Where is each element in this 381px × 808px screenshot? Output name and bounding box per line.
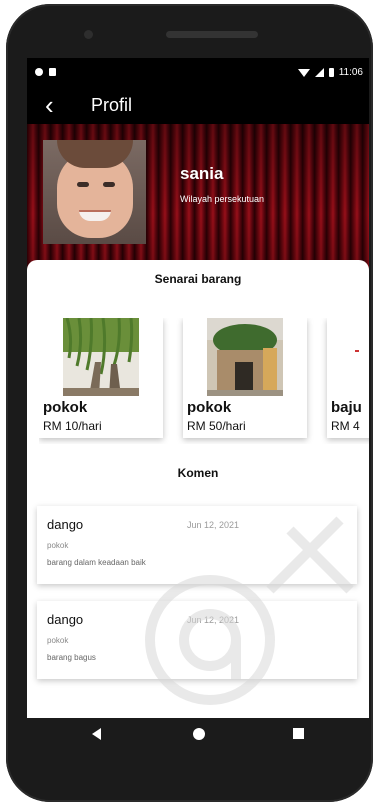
comment-text: barang bagus [47,653,96,662]
comment-user: dango [47,517,84,532]
item-name: pokok [43,399,88,416]
item-price: RM 4 [331,419,360,433]
item-name: baju [331,399,362,416]
front-camera [84,30,93,39]
item-price: RM 50/hari [187,419,246,433]
comment-text: barang dalam keadaan baik [47,558,146,567]
items-section-title: Senarai barang [154,272,242,286]
item-price: RM 10/hari [43,419,102,433]
profile-name: sania [180,164,224,183]
nav-back-icon[interactable] [92,728,101,740]
item-card[interactable]: pokok RM 50/hari [183,318,307,438]
signal-icon [314,68,324,77]
sim-icon [49,68,56,76]
system-nav-bar [27,718,369,750]
earpiece-speaker [166,31,258,38]
battery-icon [328,68,334,77]
wifi-icon [297,68,310,77]
comment-item: pokok [47,541,69,550]
nav-home-icon[interactable] [193,728,205,740]
profile-banner: sania Wilayah persekutuan [27,124,369,274]
comment-date: Jun 12, 2021 [187,615,240,625]
comment-user: dango [47,612,84,627]
avatar [43,140,146,244]
comment-item: pokok [47,636,69,645]
item-image [351,318,369,396]
status-time: 11:06 [338,67,363,78]
item-card[interactable]: pokok RM 10/hari [39,318,163,438]
app-screen: 11:06 ‹ Profil sania Wilayah persekutuan… [27,58,369,718]
comment-card: dango Jun 12, 2021 pokok barang bagus [37,601,357,679]
item-name: pokok [187,399,232,416]
back-arrow-icon[interactable]: ‹ [45,92,54,118]
items-carousel[interactable]: pokok RM 10/hari pokok RM 50/hari baju R… [39,318,369,444]
content-card: Senarai barang pokok RM 10/hari pokok RM… [27,260,369,718]
app-bar: ‹ Profil [27,88,369,124]
status-bar: 11:06 [27,58,369,88]
comments-section-title: Komen [177,466,219,480]
item-card[interactable]: baju RM 4 [327,318,369,438]
item-image [207,318,283,396]
notification-dot-icon [35,68,43,76]
comment-date: Jun 12, 2021 [187,520,240,530]
nav-recent-icon[interactable] [293,728,304,739]
comment-card: dango Jun 12, 2021 pokok barang dalam ke… [37,506,357,584]
page-title: Profil [91,95,133,115]
item-image [63,318,139,396]
profile-region: Wilayah persekutuan [180,194,265,204]
